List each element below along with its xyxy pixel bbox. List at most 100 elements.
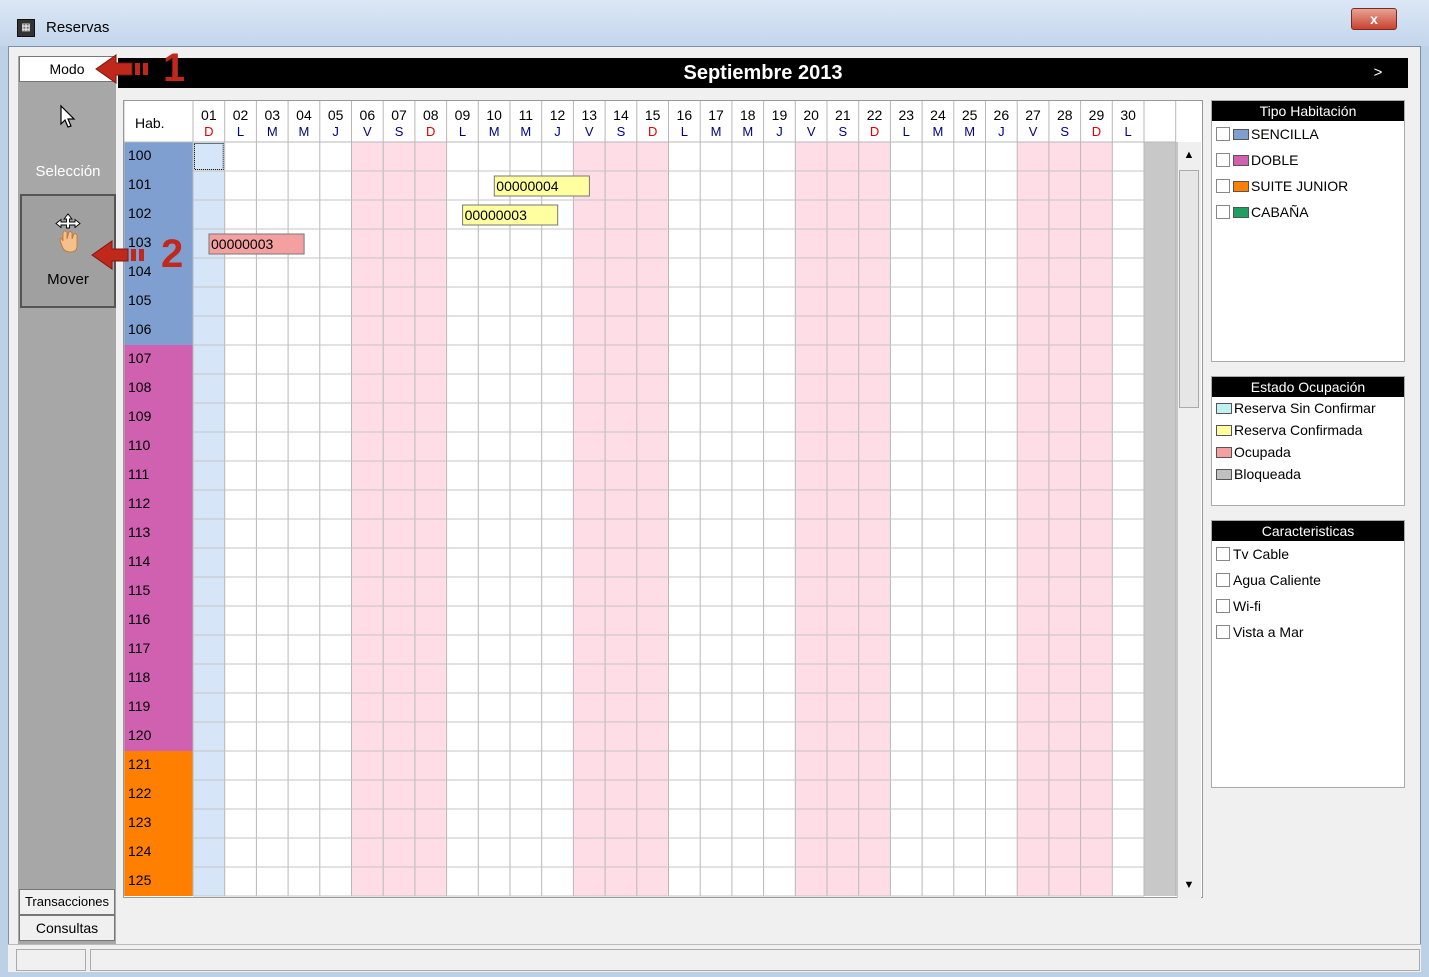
tab-consultas[interactable]: Consultas (19, 915, 115, 941)
day-weekday: M (742, 124, 753, 139)
reservation-code: 00000003 (211, 236, 274, 252)
day-weekday: L (459, 124, 466, 139)
feature-item[interactable]: Agua Caliente (1212, 567, 1404, 593)
day-number: 30 (1120, 107, 1136, 123)
day-number: 14 (613, 107, 629, 123)
move-hand-icon (55, 213, 81, 253)
day-number: 23 (898, 107, 914, 123)
room-number: 110 (128, 437, 151, 453)
occupancy-label: Reserva Sin Confirmar (1234, 400, 1376, 416)
day-weekday: D (1092, 124, 1101, 139)
close-button[interactable]: x (1351, 8, 1397, 30)
next-month-button[interactable]: > (1368, 58, 1388, 88)
tab-transacciones[interactable]: Transacciones (19, 889, 115, 915)
day-weekday: J (554, 124, 561, 139)
day-weekday: V (585, 124, 594, 139)
annotation-arrow-2 (91, 240, 144, 270)
reservation-code: 00000004 (496, 178, 559, 194)
room-type-checkbox[interactable] (1216, 153, 1230, 167)
day-weekday: S (395, 124, 404, 139)
occupancy-swatch (1216, 402, 1232, 414)
status-panel-left (16, 949, 86, 971)
day-number: 11 (519, 107, 534, 123)
day-number: 03 (264, 107, 280, 123)
room-type-item[interactable]: CABAÑA (1212, 199, 1404, 225)
room-number: 117 (128, 640, 151, 656)
day-number: 25 (962, 107, 978, 123)
status-panel-main (90, 949, 1420, 971)
mode-seleccion-button[interactable]: Selección (20, 82, 116, 192)
grid-canvas[interactable]: Hab.100101102103104105106107108109110111… (124, 101, 1177, 897)
scroll-up-icon[interactable]: ▲ (1179, 144, 1199, 166)
month-title: Septiembre 2013 (683, 62, 843, 84)
day-weekday: J (776, 124, 783, 139)
annotation-arrow-1 (95, 54, 148, 84)
room-type-swatch (1233, 180, 1249, 192)
scroll-thumb[interactable] (1179, 170, 1199, 408)
features-title: Caracteristicas (1212, 521, 1404, 541)
room-number: 118 (128, 669, 151, 685)
grid-filler (1144, 142, 1177, 896)
room-number: 109 (128, 408, 152, 424)
room-number: 108 (128, 379, 152, 395)
room-number: 120 (128, 727, 152, 743)
room-type-checkbox[interactable] (1216, 205, 1230, 219)
room-type-label: CABAÑA (1251, 204, 1309, 220)
room-number: 112 (128, 495, 151, 511)
day-number: 29 (1089, 107, 1105, 123)
feature-item[interactable]: Vista a Mar (1212, 619, 1404, 645)
room-header: Hab. (135, 115, 165, 131)
header-filler (1144, 101, 1177, 142)
day-weekday: M (711, 124, 722, 139)
day-weekday: S (1060, 124, 1069, 139)
room-type-label: SENCILLA (1251, 126, 1319, 142)
room-type-swatch (1233, 206, 1249, 218)
feature-checkbox[interactable] (1216, 573, 1230, 587)
feature-checkbox[interactable] (1216, 599, 1230, 613)
room-type-checkbox[interactable] (1216, 127, 1230, 141)
room-number: 100 (128, 147, 152, 163)
feature-label: Agua Caliente (1233, 572, 1321, 588)
occupancy-swatch (1216, 446, 1232, 458)
room-type-checkbox[interactable] (1216, 179, 1230, 193)
feature-item[interactable]: Tv Cable (1212, 541, 1404, 567)
feature-item[interactable]: Wi-fi (1212, 593, 1404, 619)
room-number: 111 (128, 466, 149, 482)
day-weekday: L (237, 124, 244, 139)
room-number: 102 (128, 205, 152, 221)
day-number: 12 (550, 107, 566, 123)
room-number: 121 (128, 756, 152, 772)
day-weekday: J (998, 124, 1005, 139)
day-weekday: J (332, 124, 339, 139)
room-type-swatch (1233, 128, 1249, 140)
room-number: 101 (128, 176, 152, 192)
day-number: 02 (233, 107, 249, 123)
window-title: Reservas (46, 19, 110, 36)
room-number: 106 (128, 321, 152, 337)
occupancy-label: Ocupada (1234, 444, 1291, 460)
occupancy-label: Bloqueada (1234, 466, 1301, 482)
day-weekday: D (204, 124, 213, 139)
day-weekday: M (964, 124, 975, 139)
app-icon: ▦ (17, 19, 35, 37)
room-type-item[interactable]: SENCILLA (1212, 121, 1404, 147)
occupancy-swatch (1216, 424, 1232, 436)
room-number: 115 (128, 582, 151, 598)
room-number: 113 (128, 524, 151, 540)
day-weekday: V (807, 124, 816, 139)
feature-checkbox[interactable] (1216, 625, 1230, 639)
occupancy-item: Reserva Confirmada (1212, 419, 1404, 441)
day-number: 06 (360, 107, 376, 123)
room-type-item[interactable]: DOBLE (1212, 147, 1404, 173)
feature-checkbox[interactable] (1216, 547, 1230, 561)
day-number: 27 (1025, 107, 1041, 123)
day-weekday: L (681, 124, 688, 139)
feature-label: Tv Cable (1233, 546, 1290, 562)
day-number: 04 (296, 107, 312, 123)
reservation-code: 00000003 (465, 207, 528, 223)
scroll-down-icon[interactable]: ▼ (1179, 874, 1199, 896)
features-panel: Caracteristicas Tv Cable Agua Caliente Wi-… (1211, 520, 1405, 788)
room-type-item[interactable]: SUITE JUNIOR (1212, 173, 1404, 199)
room-number: 105 (128, 292, 152, 308)
day-number: 16 (677, 107, 693, 123)
